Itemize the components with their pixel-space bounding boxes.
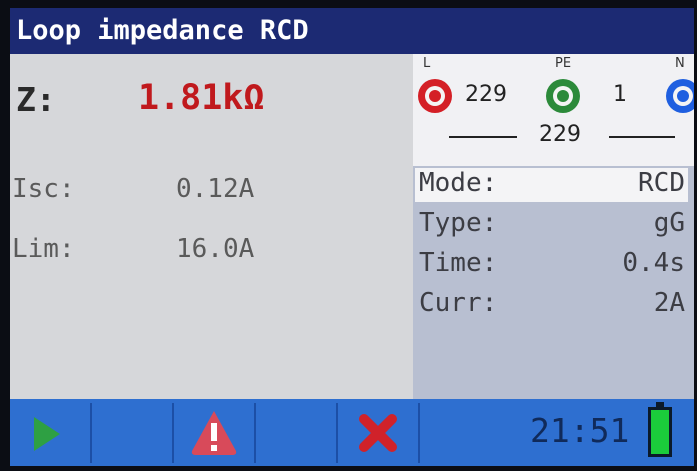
clock: 21:51 [530,411,630,450]
warning-icon [191,411,237,455]
setting-time-value: 0.4s [622,248,685,278]
setting-mode[interactable]: Mode: RCD [419,168,685,198]
close-icon [359,414,397,452]
softkey-2[interactable] [92,403,174,463]
isc-value: 0.12A [176,174,255,204]
setting-type[interactable]: Type: gG [419,208,685,238]
instrument-screen: Loop impedance RCD Z: 1.81kΩ Isc: 0.12A … [10,8,694,466]
softkey-4[interactable] [256,403,338,463]
limit-value: 16.0A [176,234,255,264]
result-panel: Z: 1.81kΩ Isc: 0.12A Lim: 16.0A [10,54,413,399]
setting-curr-value: 2A [653,288,685,318]
limit-label: Lim: [12,234,75,264]
l-n-voltage: 229 [539,122,581,147]
setting-mode-label: Mode: [419,168,498,198]
setting-curr[interactable]: Curr: 2A [419,288,685,318]
setting-type-label: Type: [419,208,498,238]
function-bar: 21:51 [10,399,694,466]
play-icon [34,417,60,451]
terminal-l-icon [418,79,452,113]
terminal-diagram [418,79,694,138]
pe-n-voltage: 1 [613,82,627,107]
terminal-pe-icon [546,79,580,113]
setting-time-label: Time: [419,248,498,278]
setting-curr-label: Curr: [419,288,498,318]
terminal-status: L PE N 229 1 229 [413,54,694,166]
terminal-n-icon [666,79,694,113]
page-title: Loop impedance RCD [10,8,694,54]
impedance-label: Z: [16,80,56,119]
setting-time[interactable]: Time: 0.4s [419,248,685,278]
cancel-button[interactable] [338,403,420,463]
start-button[interactable] [10,403,92,463]
warning-button[interactable] [174,403,256,463]
setting-type-value: gG [653,208,685,238]
settings-panel: L PE N 229 1 229 Mode: RCD Type: gG Time… [413,54,694,399]
setting-mode-value: RCD [638,168,685,198]
battery-icon [648,402,672,457]
isc-label: Isc: [12,174,75,204]
impedance-value: 1.81kΩ [138,78,265,118]
l-pe-voltage: 229 [465,82,507,107]
